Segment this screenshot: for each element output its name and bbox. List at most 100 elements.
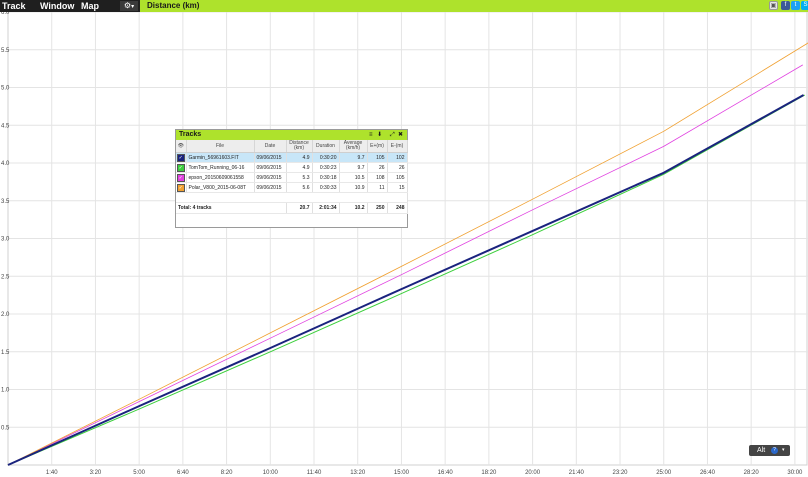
x-tick-label: 16:40 [438, 470, 454, 476]
y-tick-label: 1.5 [1, 350, 10, 356]
table-header-row: 👁 File Date Distance (km) Duration Avera… [176, 140, 408, 153]
track-duration: 0:30:18 [312, 172, 340, 183]
track-date: 09/06/2015 [254, 152, 287, 163]
x-tick-label: 6:40 [177, 470, 189, 476]
track-e-plus: 26 [367, 162, 388, 173]
col-file[interactable]: File [186, 140, 255, 153]
widget-label: Alt [757, 447, 766, 454]
menu-window[interactable]: Window [40, 0, 74, 12]
twitter-icon[interactable]: t [791, 1, 800, 10]
tracks-table: 👁 File Date Distance (km) Duration Avera… [176, 140, 408, 214]
y-tick-label: 6.0 [1, 12, 10, 16]
checkbox-icon: ✓ [176, 183, 185, 192]
y-tick-label: 4.0 [1, 161, 10, 167]
gear-icon[interactable]: ⚙▾ [120, 1, 138, 11]
col-duration[interactable]: Duration [312, 140, 340, 153]
tracks-panel-title: Tracks [179, 131, 202, 138]
x-tick-label: 1:40 [46, 470, 58, 476]
pin-icon[interactable]: ⬇ [377, 131, 382, 139]
x-tick-label: 20:00 [525, 470, 541, 476]
help-icon[interactable]: ? [771, 447, 778, 454]
track-row[interactable]: ✓ Garmin_56961603.FIT 09/06/2015 4.9 0:30:20… [176, 152, 408, 163]
x-tick-label: 26:40 [700, 470, 716, 476]
track-average: 10.9 [339, 182, 368, 193]
total-e-plus: 250 [367, 202, 388, 214]
distance-chart: 1:40 3:20 5:00 6:40 8:20 10:00 11:40 13:20 15:00… [1, 12, 808, 476]
close-icon[interactable]: ✖ [398, 131, 403, 139]
eye-icon[interactable]: 👁 [176, 140, 187, 153]
y-tick-label: 4.5 [1, 123, 10, 129]
menu-map[interactable]: Map [81, 0, 99, 12]
x-tick-label: 21:40 [569, 470, 585, 476]
track-average: 10.5 [339, 172, 368, 183]
chart-widget[interactable]: Alt ? ▾ [749, 445, 790, 456]
x-tick-label: 30:00 [787, 470, 803, 476]
y-tick-label: 0.5 [1, 425, 10, 431]
y-tick-label: 2.5 [1, 274, 10, 280]
track-e-minus: 15 [387, 182, 408, 193]
skype-icon[interactable]: S [801, 1, 808, 10]
track-e-plus: 108 [367, 172, 388, 183]
track-distance: 4.9 [286, 152, 313, 163]
x-tick-label: 13:20 [350, 470, 366, 476]
y-tick-label: 1.0 [1, 388, 10, 394]
track-date: 09/06/2015 [254, 162, 287, 173]
track-row[interactable]: ✓ TomTom_Running_06-16 09/06/2015 4.9 0:30:2… [176, 162, 408, 173]
track-visible-checkbox[interactable]: ✓ [176, 152, 187, 163]
track-row[interactable]: ✓ Polar_V800_2015-06-08T 09/06/2015 5.6 0:30… [176, 182, 408, 193]
track-average: 9.7 [339, 152, 368, 163]
col-distance[interactable]: Distance (km) [286, 140, 313, 153]
empty-area [176, 192, 408, 203]
checkbox-icon: ✓ [176, 173, 185, 182]
y-tick-label: 2.0 [1, 312, 10, 318]
track-e-minus: 105 [387, 172, 408, 183]
series-line [7, 42, 808, 466]
facebook-icon[interactable]: f [781, 1, 790, 10]
track-duration: 0:30:33 [312, 182, 340, 193]
track-distance: 4.9 [286, 162, 313, 173]
col-e-minus[interactable]: E-(m) [387, 140, 408, 153]
total-e-minus: 248 [387, 202, 408, 214]
tracks-panel[interactable]: Tracks ≡ ⬇ ⤢ ✖ 👁 File Date Distance (km)… [175, 129, 408, 228]
track-e-minus: 26 [387, 162, 408, 173]
track-distance: 5.6 [286, 182, 313, 193]
chevron-down-icon[interactable]: ▾ [782, 445, 785, 456]
x-tick-label: 5:00 [133, 470, 145, 476]
track-duration: 0:30:20 [312, 152, 340, 163]
track-visible-checkbox[interactable]: ✓ [176, 172, 187, 183]
track-row[interactable]: ✓ epson_20150609061558 09/06/2015 5.3 0:30:1… [176, 172, 408, 183]
x-axis-ticks: 1:40 3:20 5:00 6:40 8:20 10:00 11:40 13:20 15:00… [46, 470, 803, 476]
track-visible-checkbox[interactable]: ✓ [176, 162, 187, 173]
track-file: Garmin_56961603.FIT [186, 152, 255, 163]
col-e-plus[interactable]: E+(m) [367, 140, 388, 153]
col-date[interactable]: Date [254, 140, 287, 153]
col-average[interactable]: Average (km/h) [339, 140, 368, 153]
track-e-plus: 105 [367, 152, 388, 163]
x-tick-label: 25:00 [656, 470, 672, 476]
image-icon[interactable]: ▣ [769, 1, 778, 10]
chart-series [7, 42, 808, 466]
track-file: TomTom_Running_06-16 [186, 162, 255, 173]
checkbox-icon: ✓ [176, 153, 185, 162]
chart-grid [7, 12, 808, 466]
tracks-panel-header[interactable]: Tracks ≡ ⬇ ⤢ ✖ [176, 130, 407, 140]
x-tick-label: 23:20 [613, 470, 629, 476]
track-average: 9.7 [339, 162, 368, 173]
track-duration: 0:30:23 [312, 162, 340, 173]
x-tick-label: 11:40 [307, 470, 322, 476]
x-tick-label: 8:20 [221, 470, 233, 476]
total-distance: 20.7 [286, 202, 313, 214]
y-tick-label: 5.5 [1, 48, 10, 54]
menu-track[interactable]: Track [2, 0, 26, 12]
track-distance: 5.3 [286, 172, 313, 183]
track-e-plus: 11 [367, 182, 388, 193]
expand-icon[interactable]: ⤢ [390, 131, 395, 139]
equals-icon[interactable]: ≡ [369, 131, 373, 139]
track-e-minus: 102 [387, 152, 408, 163]
total-row: Total: 4 tracks 20.7 2:01:34 10.2 250 24… [176, 202, 408, 214]
track-file: epson_20150609061558 [186, 172, 255, 183]
track-file: Polar_V800_2015-06-08T [186, 182, 255, 193]
y-tick-label: 3.5 [1, 199, 10, 205]
y-tick-label: 5.0 [1, 86, 10, 92]
track-visible-checkbox[interactable]: ✓ [176, 182, 187, 193]
